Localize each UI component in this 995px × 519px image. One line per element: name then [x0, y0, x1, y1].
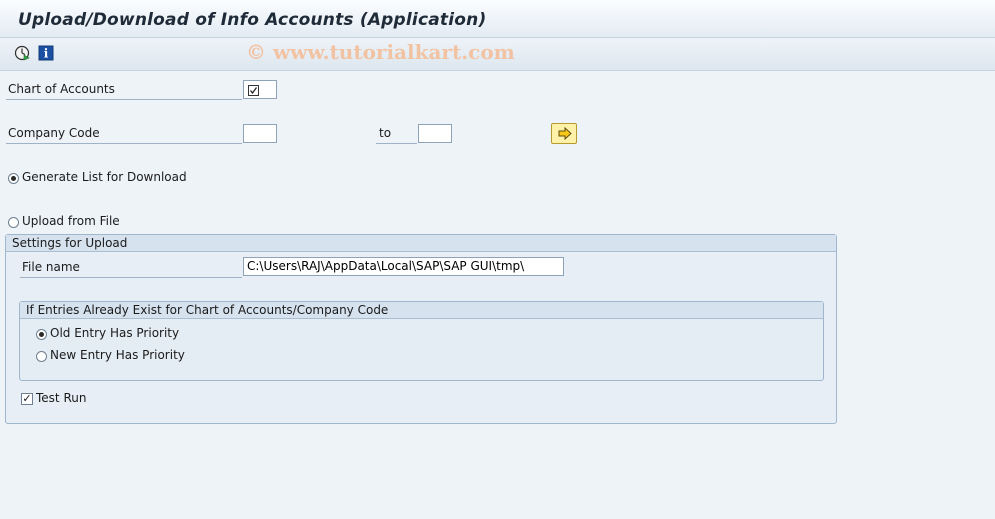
to-label: to: [379, 126, 392, 140]
generate-list-label: Generate List for Download: [22, 170, 187, 184]
chart-of-accounts-label: Chart of Accounts: [8, 82, 115, 96]
priority-group: If Entries Already Exist for Chart of Ac…: [19, 301, 824, 381]
chart-of-accounts-input[interactable]: [243, 80, 277, 99]
old-entry-priority-label: Old Entry Has Priority: [50, 326, 180, 340]
page-title: Upload/Download of Info Accounts (Applic…: [18, 10, 487, 30]
arrow-right-icon: [558, 126, 572, 143]
test-run-label: Test Run: [36, 391, 87, 405]
company-code-to-input[interactable]: [418, 124, 452, 143]
old-entry-priority-radio[interactable]: [36, 329, 47, 340]
new-entry-priority-radio[interactable]: [36, 351, 47, 362]
company-code-label: Company Code: [8, 126, 100, 140]
execute-icon[interactable]: [14, 45, 30, 61]
upload-from-file-label: Upload from File: [22, 214, 120, 228]
required-checkbox-icon: [248, 84, 259, 98]
group-title: If Entries Already Exist for Chart of Ac…: [20, 302, 823, 319]
group-title: Settings for Upload: [6, 235, 836, 252]
file-name-input[interactable]: C:\Users\RAJ\AppData\Local\SAP\SAP GUI\t…: [243, 257, 564, 276]
generate-list-radio[interactable]: [8, 173, 19, 184]
new-entry-priority-label: New Entry Has Priority: [50, 348, 185, 362]
label-underline: [376, 143, 417, 144]
test-run-checkbox[interactable]: ✓: [21, 393, 33, 405]
label-underline: [6, 143, 242, 144]
multiple-selection-button[interactable]: [551, 123, 577, 144]
label-underline: [20, 277, 242, 278]
label-underline: [6, 99, 242, 100]
file-name-label: File name: [22, 260, 80, 274]
title-bar: Upload/Download of Info Accounts (Applic…: [0, 0, 995, 38]
info-icon[interactable]: i: [38, 45, 54, 61]
main-content: Chart of Accounts Company Code to Genera…: [0, 72, 995, 519]
svg-text:i: i: [44, 47, 49, 61]
application-toolbar: i © www.tutorialkart.com: [0, 38, 995, 71]
settings-for-upload-group: Settings for Upload File name C:\Users\R…: [5, 234, 837, 424]
company-code-from-input[interactable]: [243, 124, 277, 143]
upload-from-file-radio[interactable]: [8, 217, 19, 228]
watermark: © www.tutorialkart.com: [246, 40, 515, 64]
